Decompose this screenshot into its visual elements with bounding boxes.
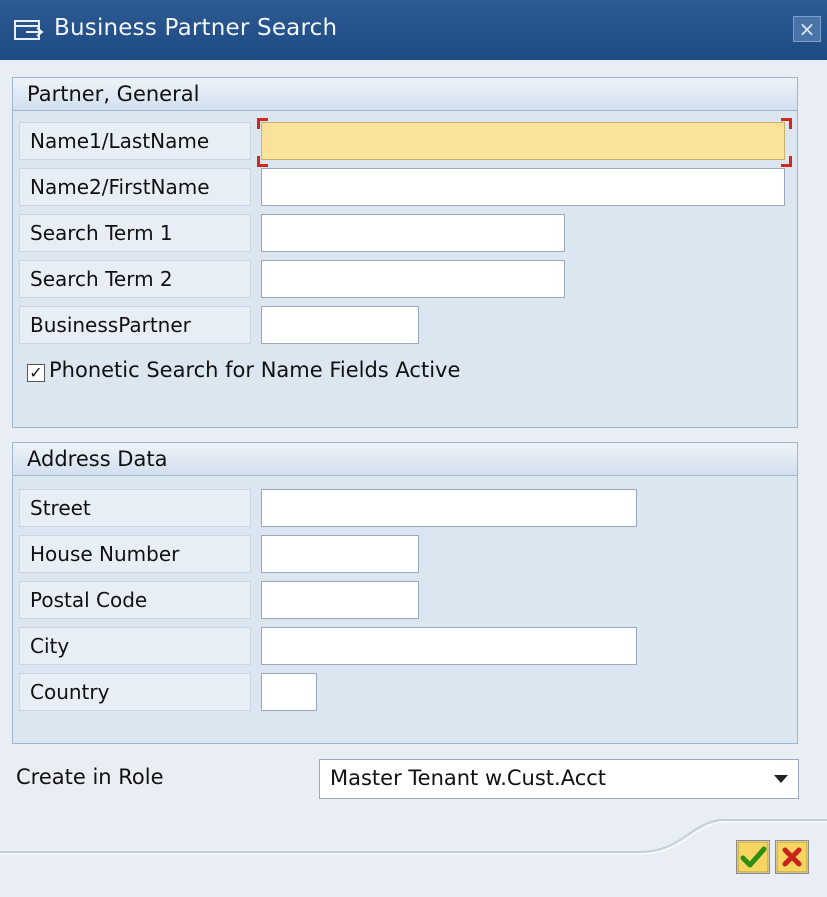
search-term2-input[interactable] [261, 260, 565, 298]
red-x-icon [776, 841, 808, 873]
focus-corner-br [781, 156, 792, 167]
cancel-button[interactable] [775, 840, 809, 874]
name1-label: Name1/LastName [19, 122, 251, 160]
house-number-input[interactable] [261, 535, 419, 573]
country-row: Country [13, 673, 797, 713]
postal-code-row: Postal Code [13, 581, 797, 621]
street-input[interactable] [261, 489, 637, 527]
title-bar: Business Partner Search × [0, 0, 827, 60]
create-in-role-label: Create in Role [16, 765, 164, 789]
country-input[interactable] [261, 673, 317, 711]
address-data-group: Address Data Street House Number Postal … [12, 442, 798, 744]
name1-input[interactable] [261, 122, 785, 160]
business-partner-row: BusinessPartner [13, 306, 797, 346]
ok-button[interactable] [736, 840, 770, 874]
focus-corner-bl [257, 156, 268, 167]
search-term1-label: Search Term 1 [19, 214, 251, 252]
search-term1-row: Search Term 1 [13, 214, 797, 254]
name2-label: Name2/FirstName [19, 168, 251, 206]
city-row: City [13, 627, 797, 667]
address-data-header: Address Data [13, 443, 797, 476]
partner-general-group: Partner, General Name1/LastName Name2/Fi… [12, 77, 798, 428]
street-row: Street [13, 489, 797, 529]
create-in-role-value: Master Tenant w.Cust.Acct [330, 766, 607, 790]
search-term2-label: Search Term 2 [19, 260, 251, 298]
chevron-down-icon[interactable] [774, 775, 788, 783]
window-title: Business Partner Search [54, 15, 338, 41]
green-checkmark-icon [737, 841, 769, 873]
search-term2-row: Search Term 2 [13, 260, 797, 300]
city-input[interactable] [261, 627, 637, 665]
business-partner-input[interactable] [261, 306, 419, 344]
partner-general-header: Partner, General [13, 78, 797, 111]
country-label: Country [19, 673, 251, 711]
create-in-role-select[interactable]: Master Tenant w.Cust.Acct [319, 759, 799, 799]
close-button[interactable]: × [793, 16, 821, 42]
city-label: City [19, 627, 251, 665]
house-number-label: House Number [19, 535, 251, 573]
name2-row: Name2/FirstName [13, 168, 797, 208]
name1-row: Name1/LastName [13, 118, 797, 167]
window-icon [14, 20, 44, 42]
postal-code-label: Postal Code [19, 581, 251, 619]
close-icon: × [798, 17, 816, 41]
search-term1-input[interactable] [261, 214, 565, 252]
name2-input[interactable] [261, 168, 785, 206]
focus-corner-tl [257, 118, 268, 129]
phonetic-search-checkbox[interactable]: ✓ [27, 364, 45, 382]
business-partner-label: BusinessPartner [19, 306, 251, 344]
dialog-body: Partner, General Name1/LastName Name2/Fi… [0, 60, 827, 897]
house-number-row: House Number [13, 535, 797, 575]
phonetic-search-label: Phonetic Search for Name Fields Active [49, 358, 461, 382]
focus-corner-tr [781, 118, 792, 129]
street-label: Street [19, 489, 251, 527]
footer-divider [0, 819, 827, 855]
postal-code-input[interactable] [261, 581, 419, 619]
